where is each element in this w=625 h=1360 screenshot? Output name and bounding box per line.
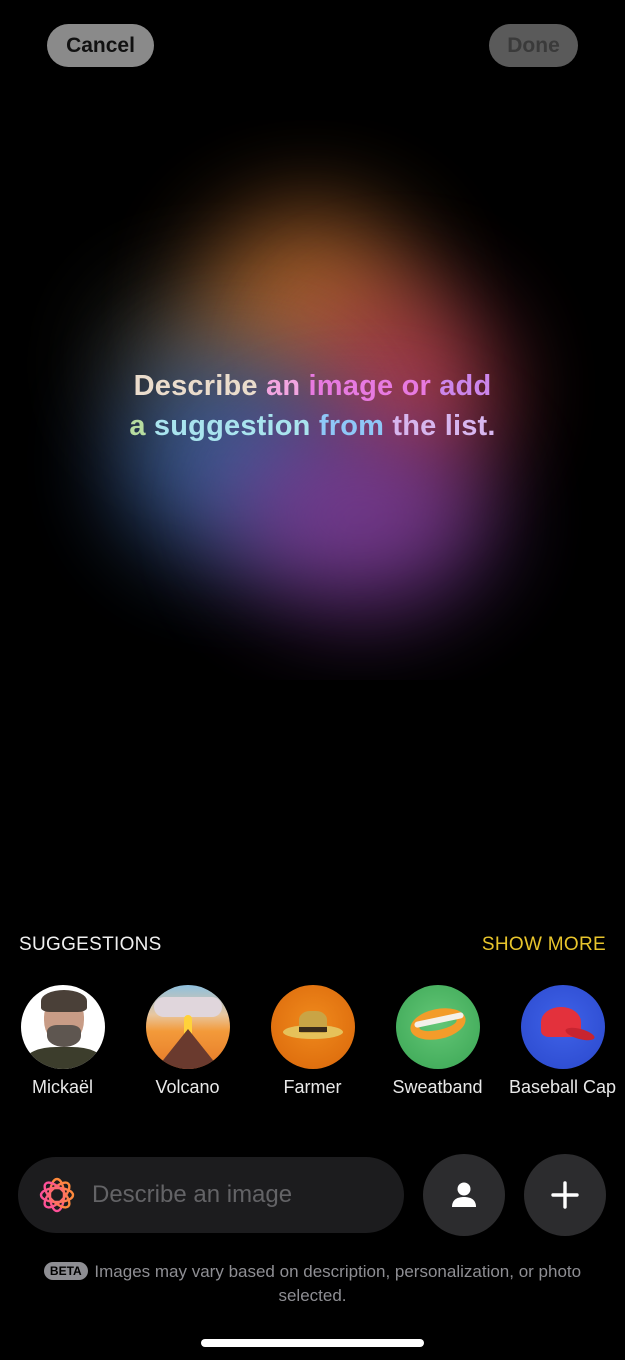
disclaimer: BETA Images may vary based on descriptio…	[20, 1260, 605, 1308]
prompt-word: an	[257, 370, 301, 402]
prompt-word: a	[129, 410, 146, 442]
suggestion-baseball-cap[interactable]: Baseball Cap	[500, 985, 625, 1098]
person-icon	[452, 1182, 476, 1207]
suggestions-title: SUGGESTIONS	[19, 934, 162, 955]
suggestion-mickael[interactable]: Mickaël	[0, 985, 125, 1098]
describe-image-input[interactable]	[92, 1181, 382, 1209]
suggestion-label: Mickaël	[31, 1077, 93, 1097]
prompt-word: suggestion	[145, 410, 311, 442]
red-cap-thumbnail	[520, 985, 605, 1069]
disclaimer-text: Images may vary based on description, pe…	[94, 1262, 582, 1305]
empty-state-prompt: Describe an image or add a suggestion fr…	[0, 366, 625, 446]
prompt-line-2: a suggestion from the list.	[0, 406, 625, 446]
volcano-thumbnail	[145, 985, 230, 1069]
straw-hat-thumbnail	[270, 985, 355, 1069]
suggestions-header: SUGGESTIONS SHOW MORE	[19, 934, 606, 956]
home-indicator[interactable]	[201, 1339, 424, 1347]
sweatband-thumbnail	[395, 985, 480, 1069]
image-playground-icon	[39, 1177, 75, 1213]
choose-person-button[interactable]	[423, 1154, 505, 1236]
suggestion-label: Baseball Cap	[508, 1077, 617, 1097]
suggestion-label: Sweatband	[392, 1077, 483, 1097]
plus-icon	[551, 1181, 579, 1209]
prompt-word: image or	[300, 370, 431, 402]
prompt-word: add	[430, 370, 492, 402]
person-portrait-thumbnail	[20, 985, 105, 1069]
prompt-line-1: Describe an image or add	[0, 366, 625, 406]
glow-blob	[230, 420, 490, 610]
suggestions-list: Mickaël Volcano Farmer Sweatband Basebal…	[0, 985, 625, 1105]
suggestion-farmer[interactable]: Farmer	[250, 985, 375, 1098]
describe-image-field[interactable]	[18, 1157, 404, 1233]
prompt-word: the list.	[384, 410, 496, 442]
image-playground-screen: Cancel Done Describe an image or add a s…	[0, 0, 625, 1360]
suggestion-label: Farmer	[283, 1077, 342, 1097]
prompt-word: from	[310, 410, 385, 442]
suggestion-sweatband[interactable]: Sweatband	[375, 985, 500, 1098]
add-button[interactable]	[524, 1154, 606, 1236]
suggestion-volcano[interactable]: Volcano	[125, 985, 250, 1098]
prompt-word: Describe	[133, 370, 258, 402]
beta-badge: BETA	[43, 1262, 88, 1280]
suggestion-label: Volcano	[155, 1077, 220, 1097]
done-button[interactable]: Done	[489, 24, 578, 67]
cancel-button[interactable]: Cancel	[47, 24, 154, 67]
show-more-button[interactable]: SHOW MORE	[482, 934, 606, 956]
